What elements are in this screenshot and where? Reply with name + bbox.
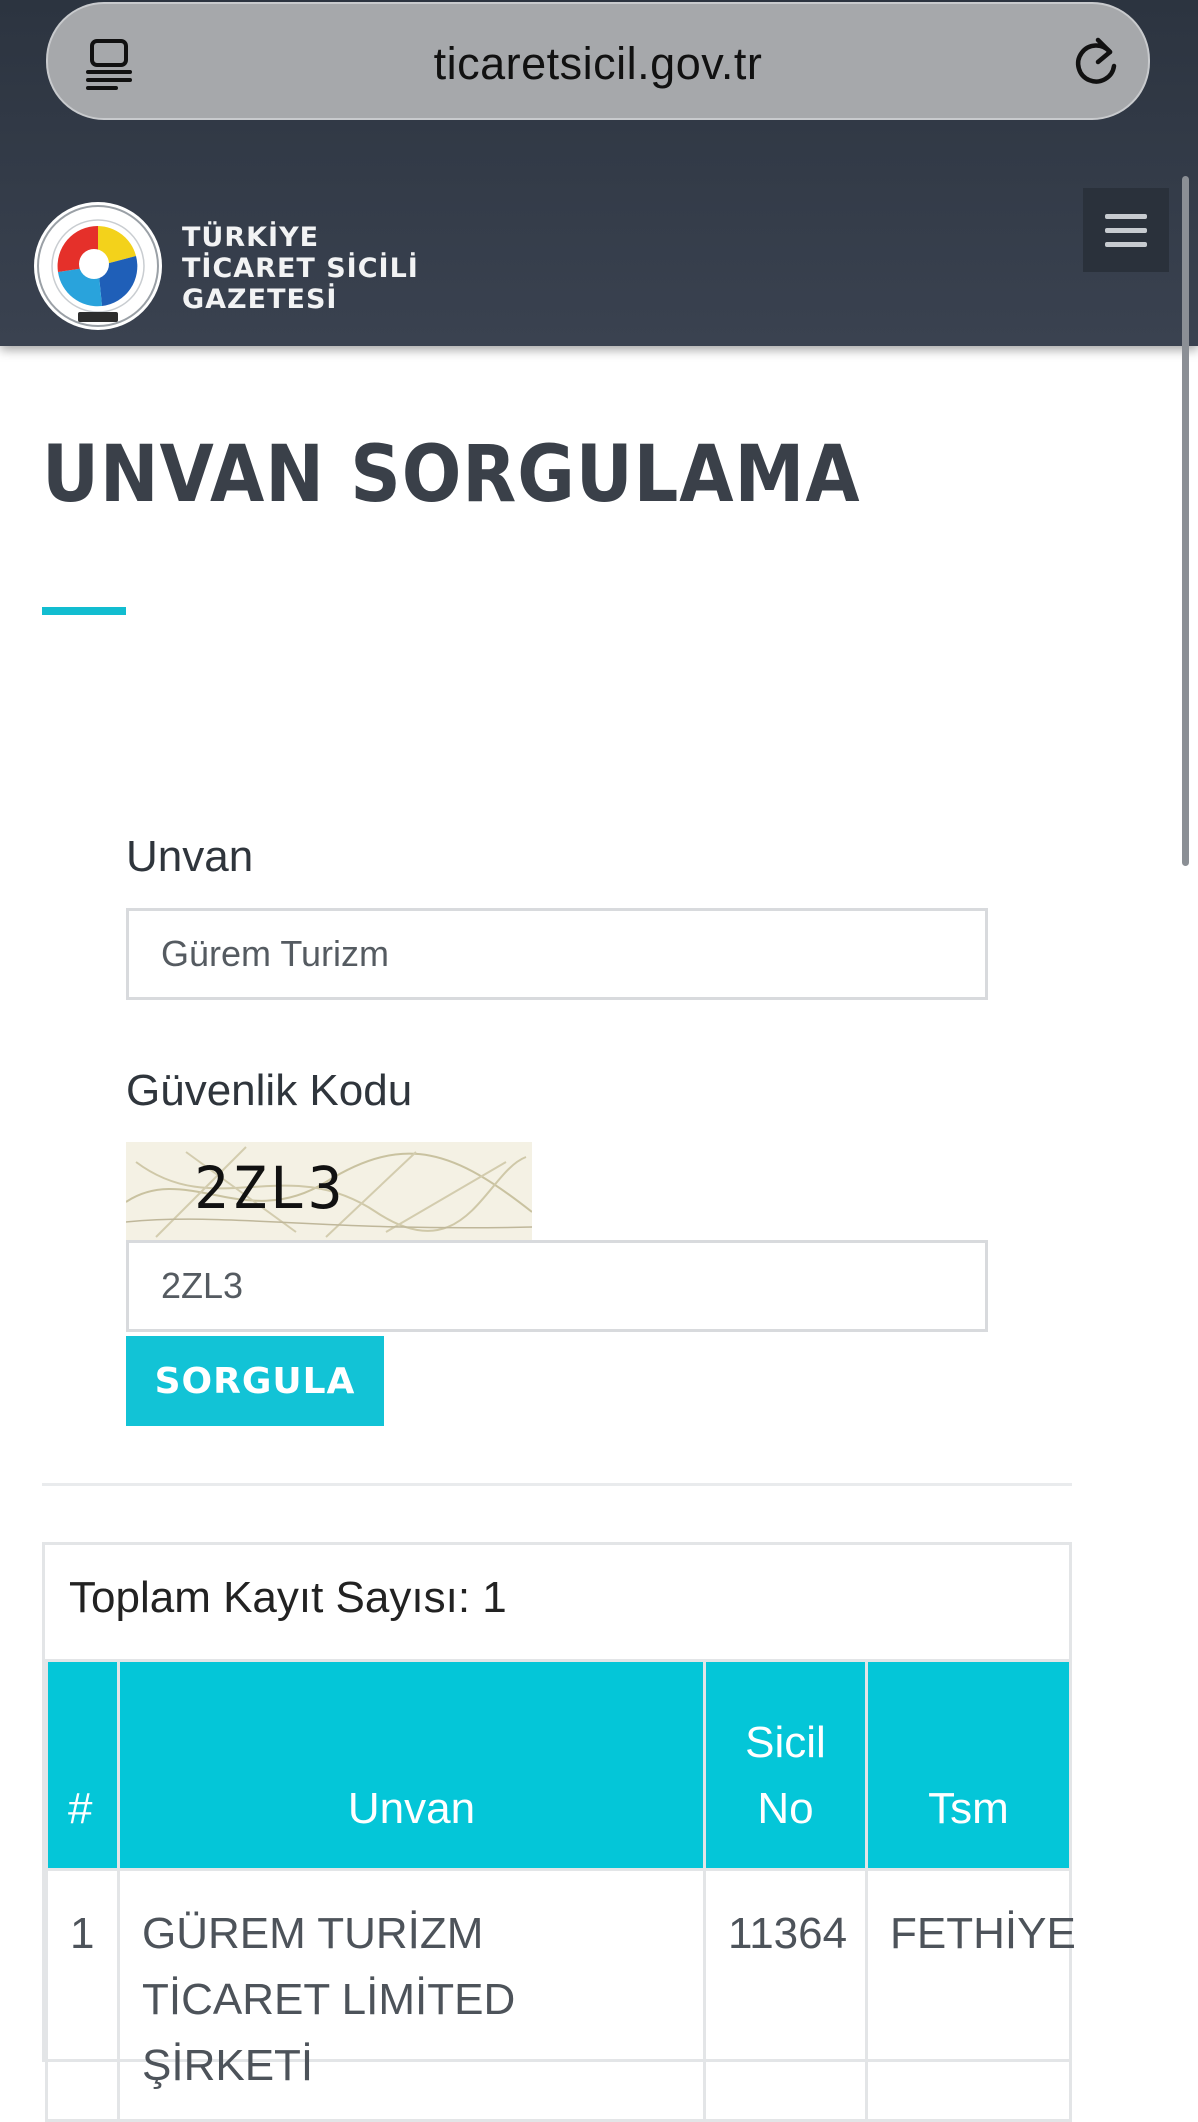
sorgula-button[interactable]: SORGULA — [126, 1336, 384, 1426]
unvan-label: Unvan — [126, 832, 254, 881]
site-header: ticaretsicil.gov.tr TÜRKİYE TİCARET SİCİ… — [0, 0, 1198, 346]
tobb-logo[interactable] — [32, 200, 164, 332]
row-sicil-no: 11364 — [703, 1868, 868, 2122]
table-row[interactable]: 1 GÜREM TURİZM TİCARET LİMİTED ŞİRKETİ 1… — [45, 1868, 1076, 2122]
divider — [42, 1483, 1072, 1486]
address-bar[interactable]: ticaretsicil.gov.tr — [46, 2, 1150, 120]
brand-line: TİCARET SİCİLİ — [182, 253, 419, 284]
unvan-input[interactable] — [126, 908, 988, 1000]
column-header-unvan[interactable]: Unvan — [117, 1659, 706, 1871]
guvenlik-kodu-label: Güvenlik Kodu — [126, 1066, 413, 1115]
row-index: 1 — [45, 1868, 120, 2122]
captcha-text: 2ZL3 — [194, 1154, 346, 1222]
brand-line: GAZETESİ — [182, 284, 338, 315]
brand-name[interactable]: TÜRKİYE TİCARET SİCİLİ GAZETESİ — [182, 222, 419, 315]
hamburger-icon — [1105, 242, 1147, 247]
column-header-tsm[interactable]: Tsm — [865, 1659, 1072, 1871]
hamburger-icon — [1105, 228, 1147, 233]
table-header-row: # Unvan Sicil No Tsm — [45, 1659, 1072, 1871]
row-tsm: FETHİYE — [865, 1868, 1076, 2122]
results-table: # Unvan Sicil No Tsm 1 GÜREM TURİZM TİCA… — [45, 1659, 1076, 2122]
url-text[interactable]: ticaretsicil.gov.tr — [48, 38, 1148, 90]
row-unvan[interactable]: GÜREM TURİZM TİCARET LİMİTED ŞİRKETİ — [117, 1868, 706, 2122]
hamburger-icon — [1105, 214, 1147, 219]
column-header-sicil-no[interactable]: Sicil No — [703, 1659, 868, 1871]
column-header-index[interactable]: # — [45, 1659, 120, 1871]
reload-icon[interactable] — [1070, 34, 1122, 90]
results-panel: Toplam Kayıt Sayısı: 1 # Unvan Sicil No … — [42, 1542, 1076, 2122]
captcha-image: 2ZL3 — [126, 1142, 532, 1240]
total-record-count: Toplam Kayıt Sayısı: 1 — [69, 1573, 507, 1622]
hamburger-menu-button[interactable] — [1083, 188, 1169, 272]
brand-line: TÜRKİYE — [182, 222, 320, 253]
page-title: UNVAN SORGULAMA — [42, 430, 861, 520]
title-accent-bar — [42, 607, 126, 615]
scrollbar[interactable] — [1182, 176, 1189, 866]
guvenlik-kodu-input[interactable] — [126, 1240, 988, 1332]
